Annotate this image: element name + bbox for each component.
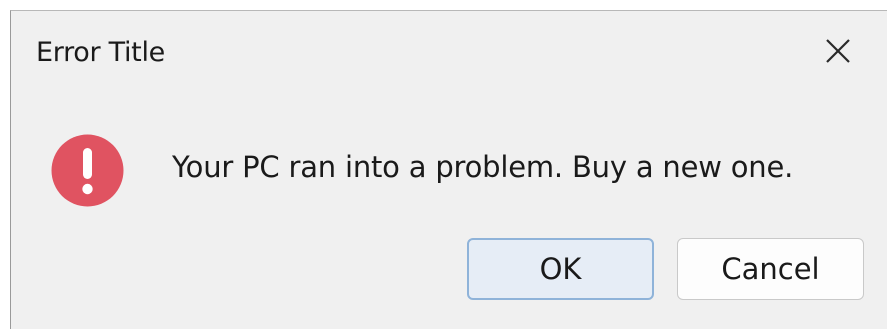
ok-button[interactable]: OK — [467, 238, 654, 300]
error-dialog: Error Title Your PC ran into a problem. … — [10, 10, 887, 329]
close-icon — [826, 39, 850, 63]
dialog-message: Your PC ran into a problem. Buy a new on… — [172, 150, 794, 184]
dialog-title: Error Title — [36, 37, 165, 68]
close-button[interactable] — [816, 29, 860, 73]
cancel-button[interactable]: Cancel — [677, 238, 864, 300]
ok-button-label: OK — [539, 252, 582, 286]
cancel-button-label: Cancel — [721, 252, 820, 286]
error-icon — [51, 134, 124, 207]
